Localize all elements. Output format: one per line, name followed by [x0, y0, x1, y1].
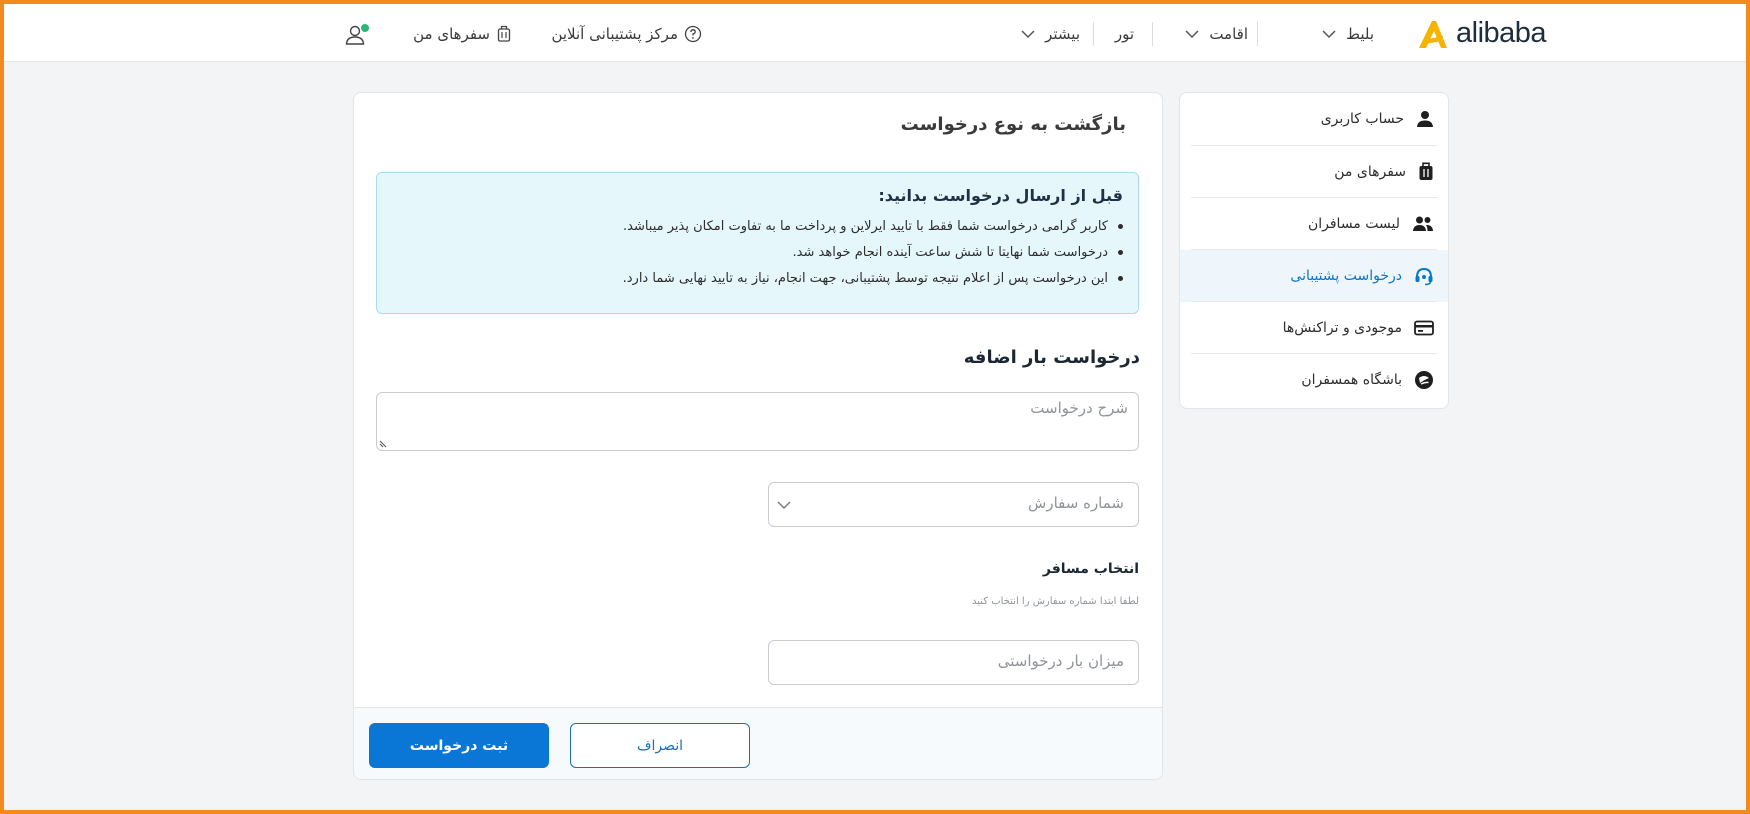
back-title: بازگشت به نوع درخواست: [900, 113, 1126, 135]
cancel-button[interactable]: انصراف: [570, 723, 750, 768]
nav-divider: [1093, 22, 1094, 46]
order-number-placeholder: شماره سفارش: [1028, 494, 1124, 512]
my-trips-label: سفرهای من: [413, 25, 490, 43]
passenger-select-label-text: انتخاب مسافر: [1042, 561, 1139, 577]
bullet-dot: [1118, 224, 1123, 229]
info-notice-text: کاربر گرامی درخواست شما فقط با تایید ایر…: [623, 219, 1108, 234]
order-number-select[interactable]: شماره سفارش: [768, 482, 1139, 527]
info-notice-item: درخواست شما نهایتا تا شش ساعت آینده انجا…: [793, 245, 1123, 260]
card-icon: [1414, 320, 1434, 336]
info-notice-item: کاربر گرامی درخواست شما فقط با تایید ایر…: [623, 219, 1123, 234]
user-icon: [1417, 111, 1433, 127]
sidebar-item-label: سفرهای من: [1334, 164, 1406, 180]
passenger-select-label: انتخاب مسافر: [939, 558, 1139, 577]
suitcase-icon: [1419, 162, 1433, 180]
alibaba-logo-icon: [1419, 21, 1447, 48]
question-circle-icon: [684, 25, 702, 43]
nav-more-label: بیشتر: [1045, 25, 1080, 43]
suitcase-icon: [497, 25, 511, 42]
bullet-dot: [1118, 276, 1123, 281]
support-center-label: مرکز پشتیبانی آنلاین: [551, 25, 678, 43]
info-notice-item: این درخواست پس از اعلام نتیجه توسط پشتیب…: [623, 271, 1123, 286]
sidebar-item-passengers[interactable]: لیست مسافران: [1180, 198, 1448, 250]
section-title: درخواست بار اضافه: [914, 347, 1140, 368]
nav-more[interactable]: بیشتر: [1008, 22, 1080, 46]
back-to-request-type[interactable]: بازگشت به نوع درخواست: [901, 109, 1140, 139]
support-request-panel: بازگشت به نوع درخواست قبل از ارسال درخوا…: [353, 92, 1163, 780]
nav-divider: [1152, 22, 1153, 46]
alibaba-logo[interactable]: alibaba: [1416, 16, 1556, 52]
baggage-amount-input[interactable]: میزان بار درخواستی: [768, 640, 1139, 685]
chevron-down-icon: [1021, 30, 1035, 39]
top-header: alibaba بلیط اقامت تور بیشتر مرکز پشتیبا…: [4, 4, 1746, 62]
request-description-placeholder: شرح درخواست: [1030, 399, 1128, 417]
sidebar-item-balance[interactable]: موجودی و تراکنش‌ها: [1180, 302, 1448, 354]
logo-text: alibaba: [1456, 17, 1547, 49]
chevron-down-icon: [1322, 30, 1336, 39]
my-trips-link[interactable]: سفرهای من: [404, 22, 512, 46]
submit-request-button[interactable]: ثبت درخواست: [369, 723, 549, 768]
headset-icon: [1415, 267, 1433, 286]
info-notice-text: درخواست شما نهایتا تا شش ساعت آینده انجا…: [792, 245, 1108, 260]
request-description-textarea[interactable]: شرح درخواست: [376, 392, 1139, 451]
sidebar-item-label: موجودی و تراکنش‌ها: [1282, 320, 1402, 336]
nav-divider: [1257, 22, 1258, 46]
nav-stay[interactable]: اقامت: [1168, 22, 1248, 46]
sidebar-item-label: حساب کاربری: [1320, 111, 1404, 127]
passenger-select-hint-text: لطفا ابتدا شماره سفارش را انتخاب کنید: [972, 596, 1139, 607]
nav-stay-label: اقامت: [1209, 25, 1248, 43]
user-account-button[interactable]: [342, 20, 372, 48]
account-sidebar: حساب کاربری سفرهای من لیست مسافران درخوا…: [1179, 92, 1449, 409]
nav-tour[interactable]: تور: [1104, 22, 1134, 46]
passenger-select-hint: لطفا ابتدا شماره سفارش را انتخاب کنید: [839, 589, 1139, 608]
verified-check-icon: [360, 23, 370, 33]
sidebar-item-my-trips[interactable]: سفرهای من: [1180, 146, 1448, 198]
form-actions-footer: انصراف ثبت درخواست: [354, 707, 1162, 779]
nav-ticket[interactable]: بلیط: [1274, 22, 1374, 46]
chevron-down-icon: [777, 501, 791, 509]
resize-handle-icon[interactable]: [379, 438, 389, 448]
club-icon: [1415, 371, 1433, 389]
sidebar-item-label: باشگاه همسفران: [1301, 372, 1402, 388]
baggage-amount-placeholder: میزان بار درخواستی: [997, 652, 1124, 670]
support-center-link[interactable]: مرکز پشتیبانی آنلاین: [544, 22, 702, 46]
nav-ticket-label: بلیط: [1346, 25, 1374, 43]
chevron-down-icon: [1185, 30, 1199, 39]
info-notice-title: قبل از ارسال درخواست بدانید:: [878, 186, 1123, 205]
users-icon: [1413, 216, 1433, 231]
bullet-dot: [1118, 250, 1123, 255]
sidebar-item-account[interactable]: حساب کاربری: [1180, 93, 1448, 145]
sidebar-item-label: لیست مسافران: [1307, 216, 1400, 232]
nav-tour-label: تور: [1114, 25, 1134, 43]
section-title-text: درخواست بار اضافه: [963, 347, 1140, 368]
sidebar-item-club[interactable]: باشگاه همسفران: [1180, 354, 1448, 406]
info-notice-text: این درخواست پس از اعلام نتیجه توسط پشتیب…: [622, 271, 1108, 286]
info-notice-box: قبل از ارسال درخواست بدانید: کاربر گرامی…: [376, 172, 1139, 314]
sidebar-item-support-request[interactable]: درخواست پشتیبانی: [1180, 250, 1448, 302]
sidebar-item-label: درخواست پشتیبانی: [1290, 268, 1402, 284]
